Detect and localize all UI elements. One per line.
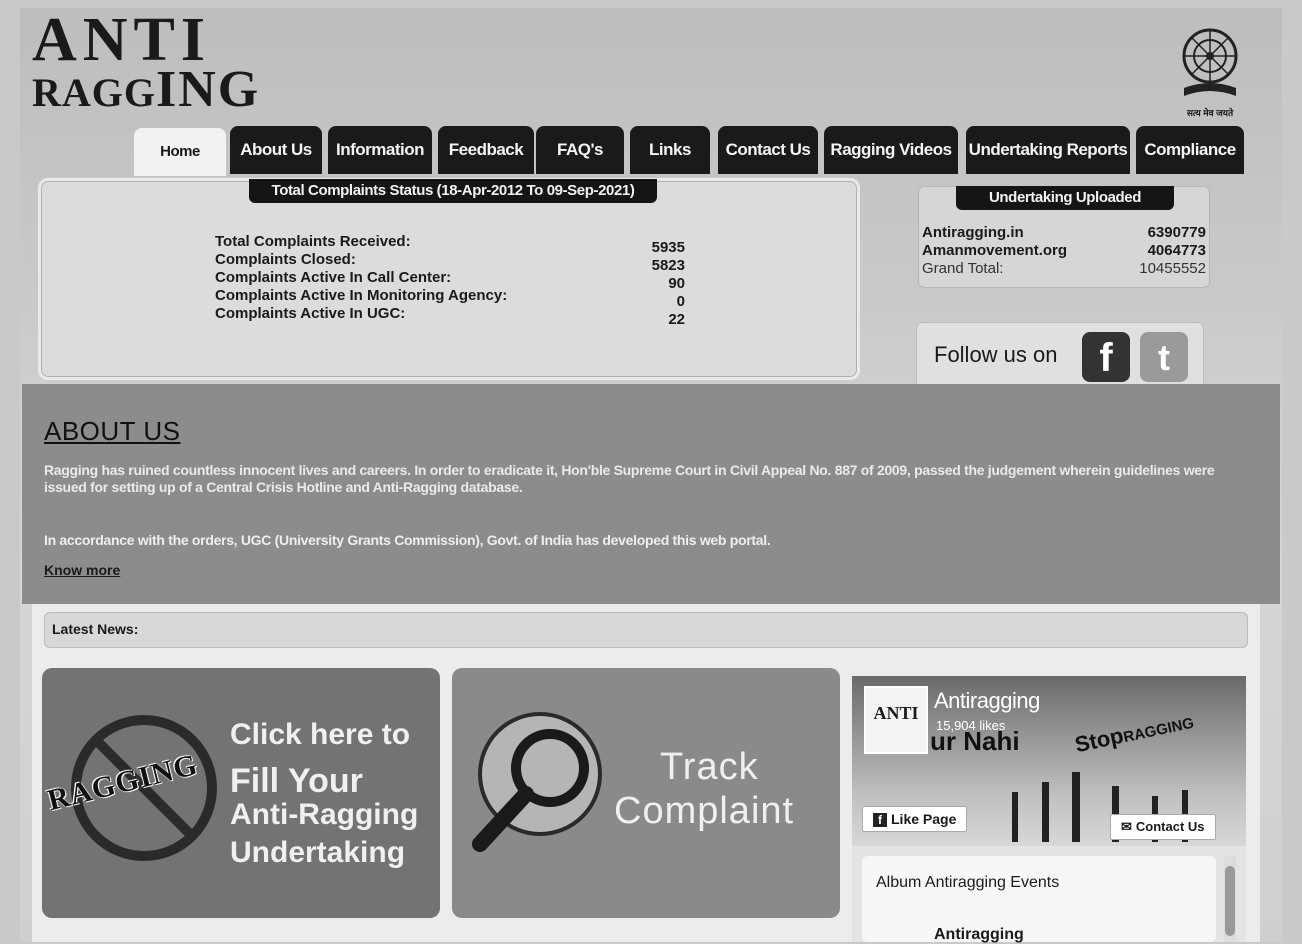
tab-undertaking-reports[interactable]: Undertaking Reports bbox=[966, 126, 1130, 174]
facebook-widget: ANTI Antiragging 15,904 likes ur Nahi St… bbox=[852, 676, 1246, 944]
logo-line-2b: ING bbox=[156, 61, 261, 118]
complaint-label: Complaints Active In Monitoring Agency: bbox=[215, 287, 508, 304]
tab-about-us[interactable]: About Us bbox=[230, 126, 322, 174]
logo-line-1: ANTI bbox=[32, 6, 212, 74]
about-paragraph-1: Ragging has ruined countless innocent li… bbox=[44, 462, 1215, 495]
tab-ragging-videos[interactable]: Ragging Videos bbox=[824, 126, 958, 174]
album-title[interactable]: Album Antiragging Events bbox=[876, 874, 1059, 892]
complaints-status-panel: Total Complaints Status (18-Apr-2012 To … bbox=[38, 178, 860, 380]
undertaking-title: Undertaking Uploaded bbox=[956, 186, 1174, 210]
complaint-row: Complaints Closed: 5823 bbox=[215, 251, 685, 274]
emblem-caption: सत्य मेव जयते bbox=[1186, 108, 1234, 118]
facebook-f-icon: f bbox=[873, 813, 887, 827]
complaint-row: Total Complaints Received: 5935 bbox=[215, 233, 685, 256]
track-complaint-card[interactable]: Track Complaint bbox=[452, 668, 840, 918]
widget-scrollbar[interactable] bbox=[1224, 856, 1236, 942]
facebook-page-thumb[interactable]: ANTI bbox=[864, 686, 928, 754]
cover-text: ur Nahi bbox=[930, 726, 1020, 756]
site-logo[interactable]: ANTI RAGGING bbox=[32, 6, 258, 116]
undertaking-row: Antiragging.in 6390779 bbox=[922, 224, 1206, 242]
track-line-2: Complaint bbox=[614, 790, 795, 832]
magnifier-icon bbox=[472, 712, 602, 852]
complaint-label: Total Complaints Received: bbox=[215, 233, 411, 250]
complaint-row: Complaints Active In Monitoring Agency: … bbox=[215, 287, 685, 310]
tab-feedback[interactable]: Feedback bbox=[438, 126, 534, 174]
tab-contact-us[interactable]: Contact Us bbox=[718, 126, 818, 174]
complaint-label: Complaints Closed: bbox=[215, 251, 356, 268]
logo-line-2: RAGGING bbox=[32, 64, 258, 116]
undertaking-value: 6390779 bbox=[1147, 224, 1206, 241]
undertaking-label: Grand Total: bbox=[922, 260, 1004, 277]
tab-home[interactable]: Home bbox=[134, 128, 226, 176]
card-line-4: Undertaking bbox=[230, 836, 406, 869]
track-line-1: Track bbox=[660, 746, 759, 788]
ugc-emblem-icon bbox=[1182, 28, 1238, 96]
fill-undertaking-card[interactable]: RAGGING Click here to Fill Your Anti-Rag… bbox=[42, 668, 440, 918]
like-page-button[interactable]: f Like Page bbox=[862, 806, 968, 832]
card-line-2: Fill Your bbox=[230, 762, 363, 800]
undertaking-label: Amanmovement.org bbox=[922, 242, 1068, 259]
card-line-1: Click here to bbox=[230, 718, 411, 751]
complaint-label: Complaints Active In Call Center: bbox=[215, 269, 452, 286]
facebook-post: Album Antiragging Events Antiragging bbox=[862, 856, 1216, 944]
tab-compliance[interactable]: Compliance bbox=[1136, 126, 1244, 174]
undertaking-panel: Undertaking Uploaded Antiragging.in 6390… bbox=[918, 186, 1210, 288]
logo-line-2a: RAGG bbox=[32, 70, 156, 115]
undertaking-value: 4064773 bbox=[1147, 242, 1206, 259]
undertaking-value: 10455552 bbox=[1139, 260, 1206, 277]
latest-news-bar: Latest News: bbox=[44, 612, 1248, 648]
scrollbar-thumb[interactable] bbox=[1225, 866, 1235, 936]
envelope-icon: ✉ bbox=[1121, 819, 1132, 834]
undertaking-row: Amanmovement.org 4064773 bbox=[922, 242, 1206, 260]
complaint-label: Complaints Active In UGC: bbox=[215, 305, 406, 322]
facebook-cover: ANTI Antiragging 15,904 likes ur Nahi St… bbox=[852, 676, 1246, 846]
undertaking-total-row: Grand Total: 10455552 bbox=[922, 260, 1206, 278]
about-heading: ABOUT US bbox=[44, 416, 181, 446]
undertaking-label: Antiragging.in bbox=[922, 224, 1024, 241]
know-more-link[interactable]: Know more bbox=[44, 562, 120, 578]
complaints-title: Total Complaints Status (18-Apr-2012 To … bbox=[249, 179, 657, 203]
complaint-row: Complaints Active In UGC: 22 bbox=[215, 305, 685, 328]
twitter-icon[interactable]: t bbox=[1140, 332, 1188, 382]
card-line-3: Anti-Ragging bbox=[230, 798, 419, 831]
follow-us-box: Follow us on f t bbox=[916, 322, 1204, 390]
latest-news-label: Latest News: bbox=[52, 621, 139, 637]
tab-faqs[interactable]: FAQ's bbox=[536, 126, 624, 174]
tab-links[interactable]: Links bbox=[630, 126, 710, 174]
ugc-emblem: सत्य मेव जयते bbox=[1170, 26, 1250, 122]
follow-us-text: Follow us on bbox=[934, 342, 1058, 367]
about-section: ABOUT US Ragging has ruined countless in… bbox=[22, 384, 1280, 604]
facebook-icon[interactable]: f bbox=[1082, 332, 1130, 382]
facebook-page-name[interactable]: Antiragging bbox=[934, 688, 1040, 714]
cover-stop-text: StopRAGGING bbox=[1072, 714, 1196, 758]
complaint-value: 22 bbox=[668, 311, 685, 328]
contact-us-button[interactable]: ✉ Contact Us bbox=[1110, 814, 1216, 840]
complaint-row: Complaints Active In Call Center: 90 bbox=[215, 269, 685, 292]
about-paragraph-2: In accordance with the orders, UGC (Univ… bbox=[44, 532, 771, 548]
post-author[interactable]: Antiragging bbox=[934, 926, 1024, 944]
tab-information[interactable]: Information bbox=[328, 126, 432, 174]
